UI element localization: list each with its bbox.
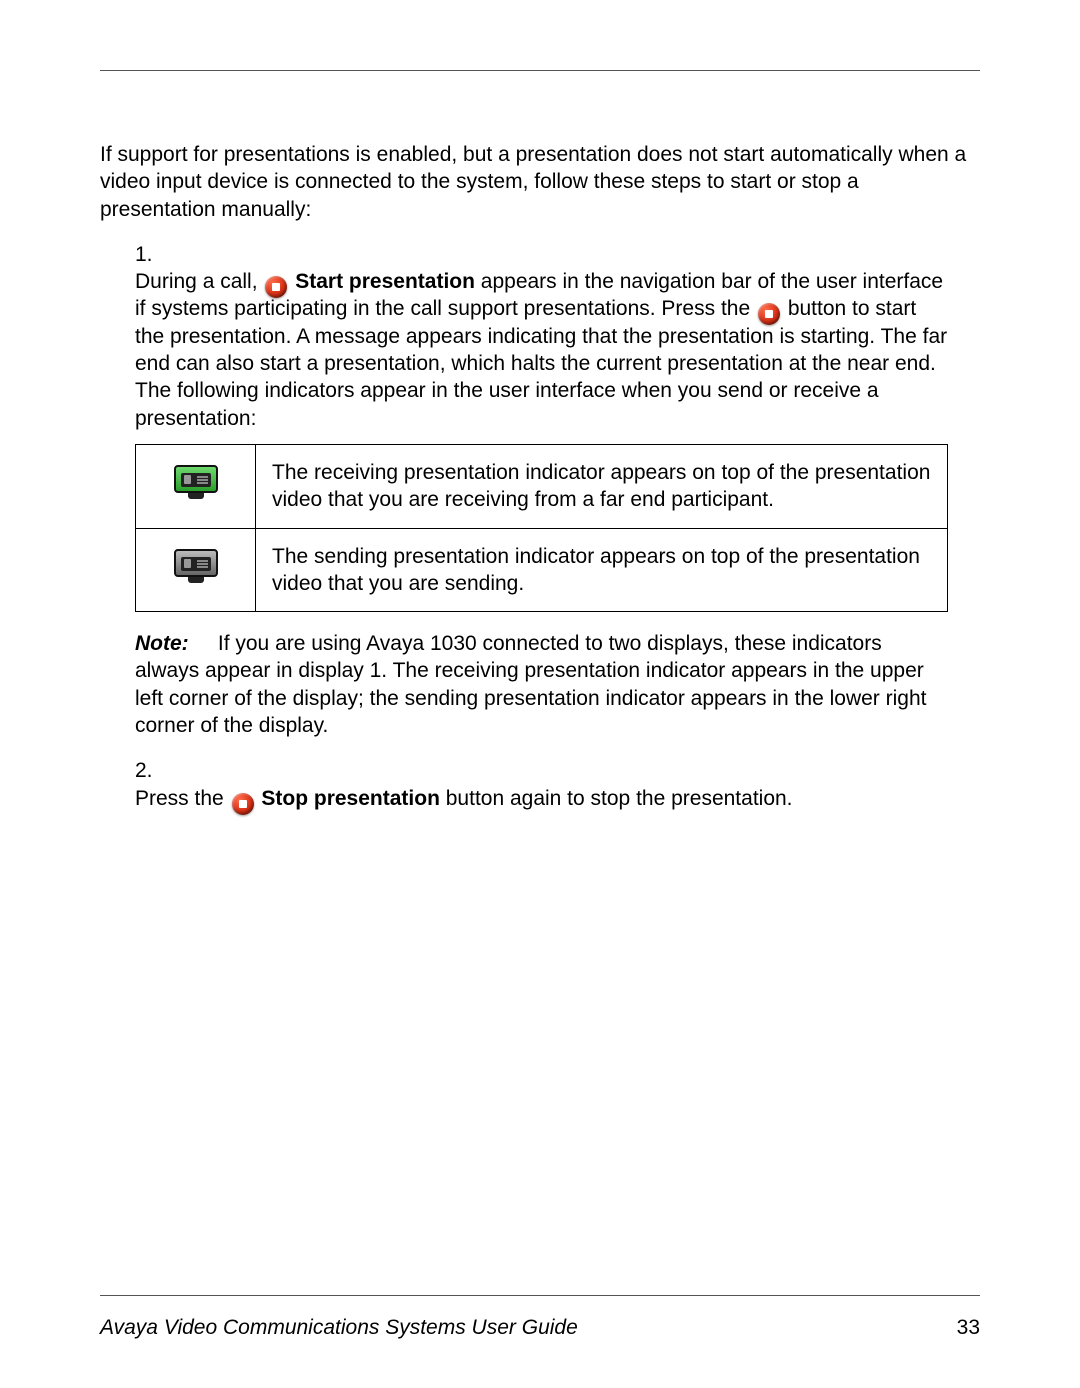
document-title: Avaya Video Communications Systems User … <box>100 1316 578 1340</box>
step-number: 1. <box>135 241 163 268</box>
receiving-presentation-icon <box>174 459 218 499</box>
presentation-button-icon <box>232 793 254 815</box>
start-presentation-label: Start presentation <box>295 270 475 293</box>
footer-divider <box>100 1295 980 1296</box>
top-divider <box>100 70 980 71</box>
receiving-indicator-description: The receiving presentation indicator app… <box>256 444 948 528</box>
note-block: Note: If you are using Avaya 1030 connec… <box>135 630 948 739</box>
note-label: Note: <box>135 632 189 655</box>
receiving-indicator-cell <box>136 444 256 528</box>
sending-indicator-cell <box>136 528 256 612</box>
step2-prefix: Press the <box>135 787 230 810</box>
note-body: If you are using Avaya 1030 connected to… <box>135 632 926 737</box>
step1-prefix: During a call, <box>135 270 263 293</box>
intro-paragraph: If support for presentations is enabled,… <box>100 141 980 223</box>
stop-presentation-label: Stop presentation <box>261 787 440 810</box>
sending-presentation-icon <box>174 543 218 583</box>
page-number: 33 <box>957 1316 980 1340</box>
presentation-button-icon <box>758 303 780 325</box>
page-footer: Avaya Video Communications Systems User … <box>100 1295 980 1340</box>
step-number: 2. <box>135 757 163 784</box>
indicator-table: The receiving presentation indicator app… <box>135 444 948 612</box>
presentation-button-icon <box>265 276 287 298</box>
sending-indicator-description: The sending presentation indicator appea… <box>256 528 948 612</box>
step-1: 1. During a call, Start presentation app… <box>135 241 980 739</box>
step2-suffix: button again to stop the presentation. <box>446 787 793 810</box>
step-2: 2. Press the Stop presentation button ag… <box>135 757 980 812</box>
